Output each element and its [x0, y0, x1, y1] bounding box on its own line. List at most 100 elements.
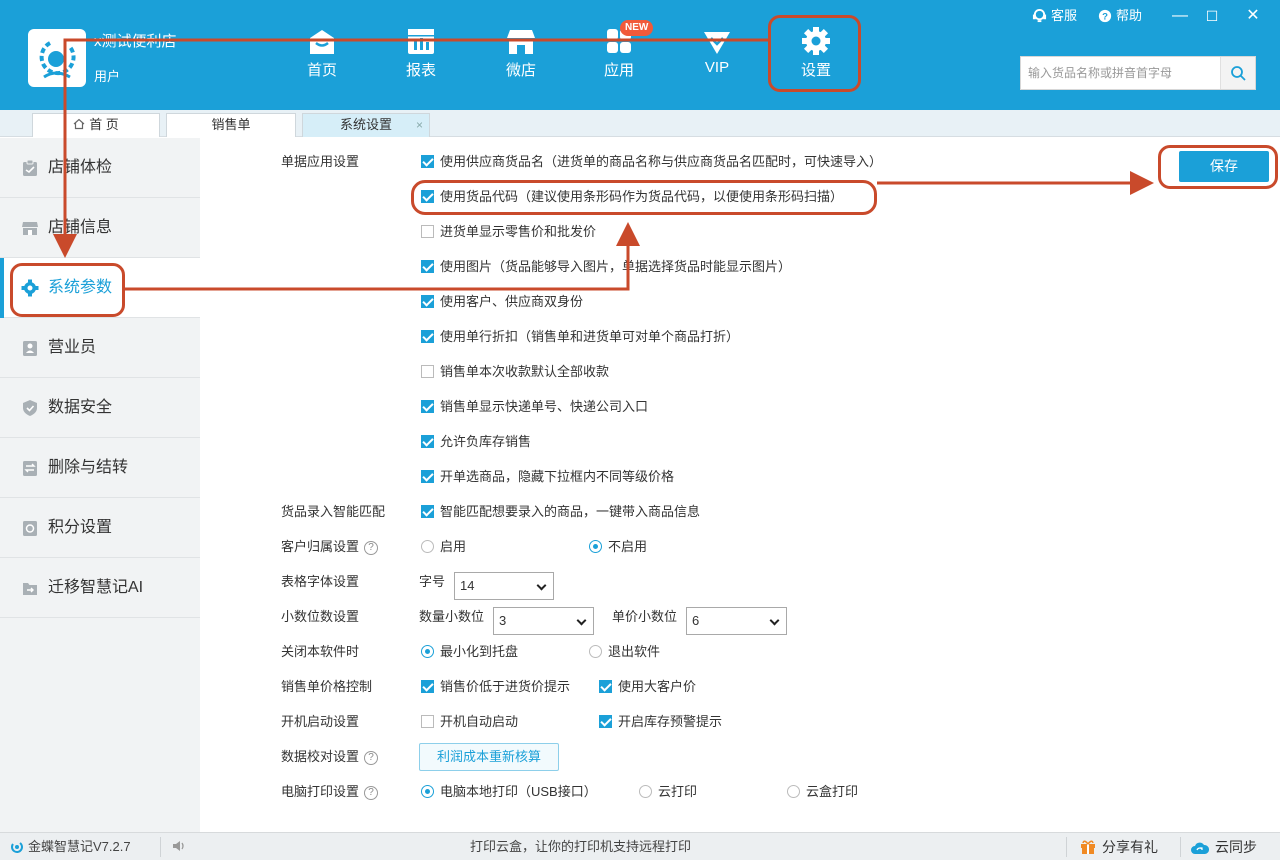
radio[interactable] [421, 785, 434, 798]
help-icon[interactable]: ? [364, 786, 379, 800]
tab-close-icon[interactable]: × [416, 114, 423, 136]
nav-report-label: 报表 [405, 62, 436, 79]
new-badge: NEW [620, 20, 654, 36]
close-minimize-option[interactable]: 最小化到托盘 [421, 643, 518, 661]
help-icon[interactable]: ? [364, 541, 379, 555]
nav-report[interactable]: 报表 [391, 26, 451, 86]
sidebar-item-points[interactable]: 积分设置 [0, 498, 200, 558]
checkbox[interactable] [421, 400, 434, 413]
option-label: 使用供应商货品名（进货单的商品名称与供应商货品名匹配时，可快速导入） [440, 154, 883, 169]
auto-start-option[interactable]: 开机自动启动 [421, 713, 518, 731]
option-label: 使用大客户价 [618, 679, 697, 694]
customer-owner-enable[interactable]: 启用 [421, 538, 466, 556]
close-button[interactable]: ✕ [1243, 6, 1263, 26]
checkbox[interactable] [599, 680, 612, 693]
checkbox[interactable] [421, 365, 434, 378]
cloud-sync-button[interactable]: 云同步 [1191, 838, 1257, 856]
doc-option-dual-identity[interactable]: 使用客户、供应商双身份 [421, 293, 583, 311]
share-gift-button[interactable]: 分享有礼 [1080, 838, 1158, 856]
doc-option-express[interactable]: 销售单显示快递单号、快递公司入口 [421, 398, 648, 416]
radio[interactable] [421, 540, 434, 553]
search-box [1020, 56, 1256, 90]
checkbox[interactable] [421, 155, 434, 168]
checkbox[interactable] [421, 470, 434, 483]
sidebar-item-staff[interactable]: 营业员 [0, 318, 200, 378]
radio[interactable] [589, 540, 602, 553]
version-info: 金蝶智慧记V7.2.7 [10, 838, 131, 856]
tab-home[interactable]: 首 页 [32, 113, 160, 137]
stock-warning-option[interactable]: 开启库存预警提示 [599, 713, 722, 731]
radio[interactable] [787, 785, 800, 798]
help-label: 帮助 [1116, 8, 1143, 23]
sidebar-item-store-check[interactable]: 店铺体检 [0, 138, 200, 198]
sidebar-item-store-info[interactable]: 店铺信息 [0, 198, 200, 258]
startup-label: 开机启动设置 [281, 714, 360, 729]
nav-vip-label: VIP [704, 59, 730, 76]
checkbox[interactable] [421, 260, 434, 273]
font-size-select[interactable]: 14 [454, 572, 554, 600]
option-label: 使用图片（货品能够导入图片，单据选择货品时能显示图片） [440, 259, 792, 274]
doc-option-show-prices[interactable]: 进货单显示零售价和批发价 [421, 223, 596, 241]
print-cloudbox-option[interactable]: 云盒打印 [787, 783, 858, 801]
qty-decimals-select[interactable]: 3 [493, 607, 594, 635]
option-label: 开启库存预警提示 [618, 714, 723, 729]
price-below-cost-option[interactable]: 销售价低于进货价提示 [421, 678, 570, 696]
sidebar: 店铺体检 店铺信息 系统参数 营业员 数据安全 删除与结转 积分设置 迁移智慧记… [0, 138, 200, 832]
nav-microshop[interactable]: 微店 [491, 26, 551, 86]
points-icon [23, 521, 37, 536]
doc-option-images[interactable]: 使用图片（货品能够导入图片，单据选择货品时能显示图片） [421, 258, 791, 276]
option-label: 使用客户、供应商双身份 [440, 294, 584, 309]
help-link[interactable]: ? 帮助 [1098, 7, 1142, 25]
search-input[interactable] [1021, 57, 1221, 89]
nav-microshop-label: 微店 [505, 62, 536, 79]
sync-label: 云同步 [1215, 839, 1257, 855]
price-decimals-select[interactable]: 6 [686, 607, 787, 635]
speaker-icon[interactable] [172, 839, 186, 853]
nav-home[interactable]: 首页 [292, 26, 352, 86]
radio[interactable] [421, 645, 434, 658]
customer-owner-disable[interactable]: 不启用 [589, 538, 647, 556]
smart-match-option[interactable]: 智能匹配想要录入的商品，一键带入商品信息 [421, 503, 700, 521]
checkbox[interactable] [421, 680, 434, 693]
close-exit-option[interactable]: 退出软件 [589, 643, 660, 661]
print-cloud-option[interactable]: 云打印 [639, 783, 697, 801]
store-name: x测试便利店 [94, 33, 177, 50]
checkbox[interactable] [421, 715, 434, 728]
checkbox[interactable] [421, 505, 434, 518]
nav-vip[interactable]: VIP [687, 26, 747, 86]
search-button[interactable] [1220, 57, 1255, 89]
doc-option-supplier-name[interactable]: 使用供应商货品名（进货单的商品名称与供应商货品名匹配时，可快速导入） [421, 153, 882, 171]
checkbox[interactable] [599, 715, 612, 728]
checkbox[interactable] [421, 295, 434, 308]
sidebar-item-migrate-ai[interactable]: 迁移智慧记AI [0, 558, 200, 618]
recalculate-cost-button[interactable]: 利润成本重新核算 [419, 743, 559, 771]
sidebar-item-label: 店铺信息 [48, 219, 113, 236]
checkbox[interactable] [421, 330, 434, 343]
radio[interactable] [639, 785, 652, 798]
doc-option-negative-stock[interactable]: 允许负库存销售 [421, 433, 531, 451]
sidebar-item-label: 营业员 [48, 339, 97, 356]
tab-sales-order[interactable]: 销售单 [166, 113, 296, 137]
radio[interactable] [589, 645, 602, 658]
service-link[interactable]: 客服 [1032, 7, 1077, 25]
home-icon [310, 30, 334, 54]
help-icon[interactable]: ? [364, 751, 379, 765]
service-label: 客服 [1051, 8, 1078, 23]
tab-system-settings[interactable]: 系统设置 × [302, 113, 430, 137]
doc-option-hide-grade-price[interactable]: 开单选商品，隐藏下拉框内不同等级价格 [421, 468, 674, 486]
price-control-label: 销售单价格控制 [281, 679, 373, 694]
maximize-button[interactable]: ☐ [1202, 6, 1222, 26]
doc-option-full-payment[interactable]: 销售单本次收款默认全部收款 [421, 363, 609, 381]
minimize-button[interactable]: — [1170, 6, 1190, 26]
sidebar-item-data-security[interactable]: 数据安全 [0, 378, 200, 438]
tab-sales-order-label: 销售单 [211, 117, 251, 132]
print-local-option[interactable]: 电脑本地打印（USB接口） [421, 783, 597, 801]
sidebar-item-delete-carryover[interactable]: 删除与结转 [0, 438, 200, 498]
vip-price-option[interactable]: 使用大客户价 [599, 678, 696, 696]
checkbox[interactable] [421, 225, 434, 238]
doc-option-line-discount[interactable]: 使用单行折扣（销售单和进货单可对单个商品打折） [421, 328, 739, 346]
store-icon [22, 222, 38, 235]
status-message[interactable]: 打印云盒，让你的打印机支持远程打印 [470, 838, 691, 856]
checkbox[interactable] [421, 435, 434, 448]
option-label: 智能匹配想要录入的商品，一键带入商品信息 [440, 504, 701, 519]
